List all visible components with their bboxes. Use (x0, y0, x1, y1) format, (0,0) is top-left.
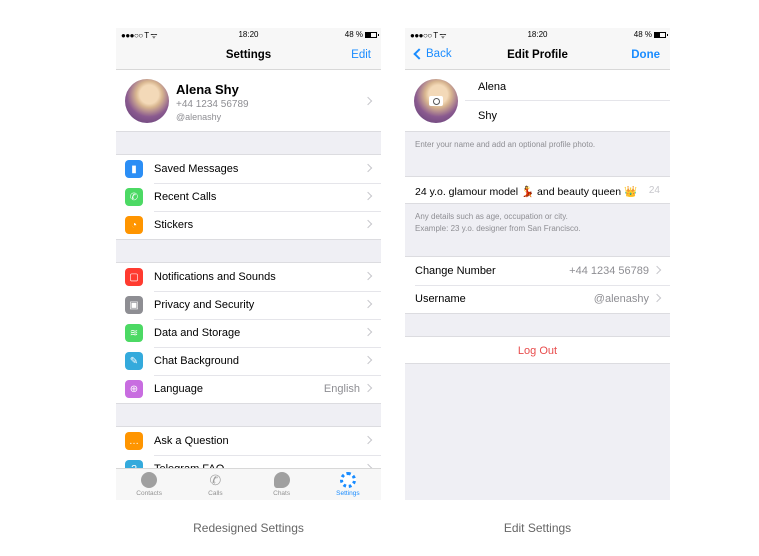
contacts-icon (141, 472, 158, 488)
edit-profile-header: Alena Shy (405, 70, 670, 132)
bio-field[interactable]: 24 y.o. glamour model 💃 and beauty queen… (405, 176, 670, 204)
status-bar: ●●●○○ T ᯤ 18:20 48 % (405, 28, 670, 42)
profile-row[interactable]: Alena Shy +44 1234 56789 @alenashy (116, 70, 381, 132)
bio-note: Any details such as age, occupation or c… (405, 204, 670, 256)
phone-value: +44 1234 56789 (569, 265, 649, 277)
settings-icon (339, 472, 356, 488)
tab-contacts[interactable]: Contacts (116, 469, 182, 500)
username-value: @alenashy (593, 293, 649, 305)
bookmark-icon: ▮ (125, 160, 143, 178)
profile-name: Alena Shy (176, 82, 239, 97)
name-note: Enter your name and add an optional prof… (415, 140, 596, 149)
sticker-icon: ◔ (125, 216, 143, 234)
settings-item-privacy[interactable]: ▣ Privacy and Security (116, 291, 381, 319)
nav-bar: Back Edit Profile Done (405, 42, 670, 70)
row-label: Username (415, 293, 466, 305)
tab-label: Chats (273, 490, 291, 497)
settings-item-label: Notifications and Sounds (154, 271, 276, 283)
tab-chats[interactable]: Chats (249, 469, 315, 500)
bio-char-counter: 24 (648, 185, 660, 196)
battery-percent: 48 % (344, 30, 363, 39)
status-time: 18:20 (527, 30, 548, 39)
row-label: Change Number (415, 265, 496, 277)
account-group: Change Number +44 1234 56789 Username @a… (405, 256, 670, 314)
calls-icon: ✆ (209, 472, 222, 488)
page-title: Edit Profile (507, 49, 568, 61)
chevron-right-icon (363, 271, 373, 281)
chat-bubble-icon: … (125, 432, 143, 450)
lock-icon: ▣ (125, 296, 143, 314)
settings-item-label: Recent Calls (154, 191, 217, 203)
caption-left: Redesigned Settings (193, 521, 304, 535)
avatar (125, 79, 169, 123)
settings-item-saved-messages[interactable]: ▮ Saved Messages (116, 155, 381, 183)
status-bar: ●●●○○ T ᯤ 18:20 48 % (116, 28, 381, 42)
language-value: English (323, 383, 360, 395)
chevron-right-icon (363, 163, 373, 173)
tab-label: Contacts (136, 490, 162, 497)
settings-item-notifications[interactable]: ▢ Notifications and Sounds (116, 263, 381, 291)
phone-icon: ✆ (125, 188, 143, 206)
globe-icon: ⊕ (125, 380, 143, 398)
settings-item-recent-calls[interactable]: ✆ Recent Calls (116, 183, 381, 211)
battery-icon (654, 31, 668, 38)
chevron-right-icon (363, 327, 373, 337)
last-name-field[interactable]: Shy (465, 101, 670, 130)
chevron-right-icon (363, 435, 373, 445)
settings-item-label: Saved Messages (154, 163, 239, 175)
profile-phone: +44 1234 56789 (176, 99, 249, 110)
chevron-right-icon (363, 383, 373, 393)
settings-group-2: ▢ Notifications and Sounds ▣ Privacy and… (116, 262, 381, 404)
first-name-field[interactable]: Alena (465, 72, 670, 101)
caption-right: Edit Settings (503, 521, 572, 535)
chevron-right-icon (652, 265, 662, 275)
username-row[interactable]: Username @alenashy (405, 285, 670, 313)
camera-icon[interactable] (429, 96, 443, 106)
notification-icon: ▢ (125, 268, 143, 286)
bio-note-line: Example: 23 y.o. designer from San Franc… (415, 224, 581, 233)
chevron-right-icon (363, 355, 373, 365)
tab-settings[interactable]: Settings (315, 469, 381, 500)
battery-icon (365, 31, 379, 38)
bio-note-line: Any details such as age, occupation or c… (415, 212, 568, 221)
settings-item-language[interactable]: ⊕ Language English (116, 375, 381, 403)
page-title: Settings (225, 49, 272, 61)
settings-item-data-storage[interactable]: ≋ Data and Storage (116, 319, 381, 347)
settings-item-label: Ask a Question (154, 435, 229, 447)
profile-username: @alenashy (176, 112, 222, 122)
chevron-right-icon (652, 293, 662, 303)
settings-screen: ●●●○○ T ᯤ 18:20 48 % Settings Edit Alena… (116, 28, 381, 500)
tab-label: Settings (336, 490, 360, 497)
chats-icon (273, 472, 290, 488)
bio-text: 24 y.o. glamour model 💃 and beauty queen… (415, 186, 638, 198)
settings-item-label: Language (154, 383, 203, 395)
settings-item-ask-question[interactable]: … Ask a Question (116, 427, 381, 455)
settings-item-chat-background[interactable]: ✎ Chat Background (116, 347, 381, 375)
chevron-right-icon (363, 191, 373, 201)
settings-group-1: ▮ Saved Messages ✆ Recent Calls ◔ Sticke… (116, 154, 381, 240)
settings-item-label: Privacy and Security (154, 299, 255, 311)
database-icon: ≋ (125, 324, 143, 342)
battery-indicator: 48 % (344, 30, 379, 39)
chevron-right-icon (363, 96, 373, 106)
battery-indicator: 48 % (633, 30, 668, 39)
chevron-right-icon (363, 299, 373, 309)
log-out-button[interactable]: Log Out (405, 336, 670, 364)
settings-item-label: Chat Background (154, 355, 239, 367)
edit-button[interactable]: Edit (351, 49, 371, 61)
edit-profile-screen: ●●●○○ T ᯤ 18:20 48 % Back Edit Profile D… (405, 28, 670, 500)
battery-percent: 48 % (633, 30, 652, 39)
tab-calls[interactable]: ✆ Calls (182, 469, 248, 500)
tab-label: Calls (208, 490, 223, 497)
status-time: 18:20 (238, 30, 259, 39)
change-number-row[interactable]: Change Number +44 1234 56789 (405, 257, 670, 285)
settings-item-label: Data and Storage (154, 327, 241, 339)
done-button[interactable]: Done (631, 49, 660, 61)
nav-bar: Settings Edit (116, 42, 381, 70)
chevron-right-icon (363, 219, 373, 229)
brush-icon: ✎ (125, 352, 143, 370)
tab-bar: Contacts ✆ Calls Chats Settings (116, 468, 381, 500)
settings-item-label: Stickers (154, 219, 194, 231)
settings-item-stickers[interactable]: ◔ Stickers (116, 211, 381, 239)
